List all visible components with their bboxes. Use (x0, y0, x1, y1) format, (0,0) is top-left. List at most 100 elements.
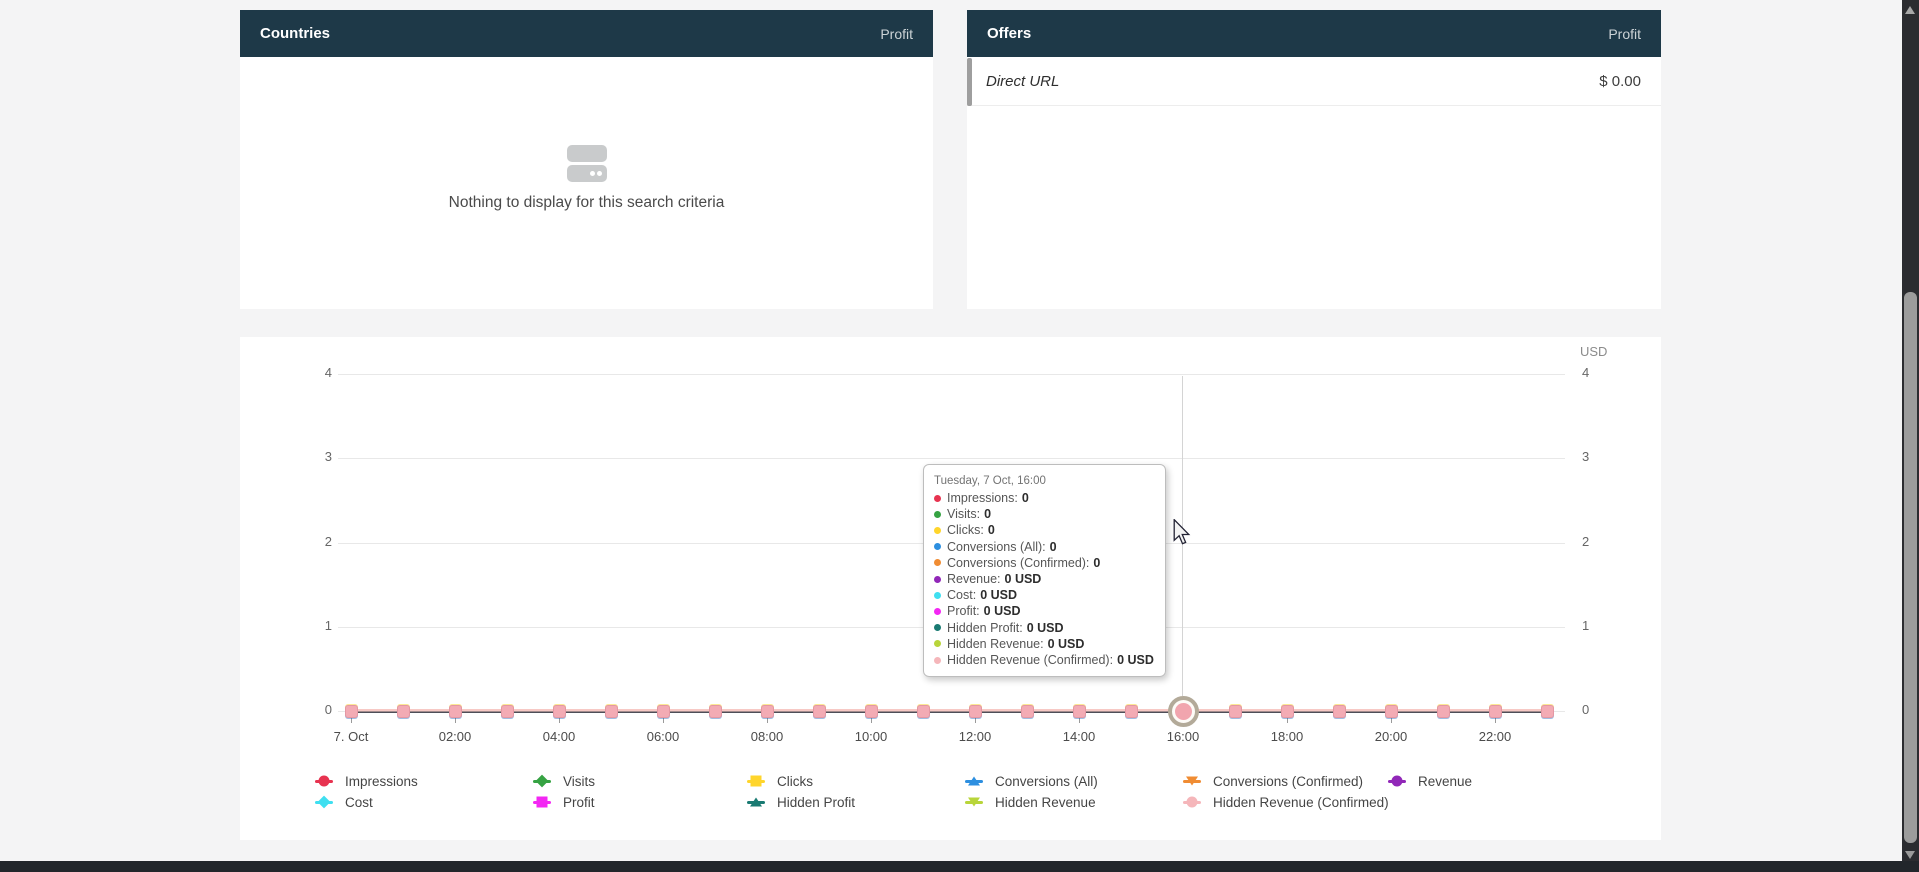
tooltip-item-revenue: Revenue:0 USD (934, 571, 1155, 587)
chart-unit-label: USD (1580, 344, 1607, 359)
legend-label: Conversions (All) (995, 774, 1098, 789)
tooltip-item-hidden-profit: Hidden Profit:0 USD (934, 620, 1155, 636)
x-axis-tick-label: 06:00 (647, 729, 680, 744)
data-point-marker[interactable] (1229, 705, 1242, 718)
data-point-marker[interactable] (1385, 705, 1398, 718)
page-scrollbar-thumb[interactable] (1904, 292, 1917, 843)
hidden-profit-series-marker-icon (747, 795, 765, 809)
legend-label: Conversions (Confirmed) (1213, 774, 1363, 789)
offers-panel-title: Offers (987, 25, 1031, 42)
countries-panel-header: Countries Profit (240, 10, 933, 57)
offers-panel: Offers Profit Direct URL $ 0.00 (967, 10, 1661, 309)
profit-series-marker-icon (533, 795, 551, 809)
countries-panel: Countries Profit Nothing to display for … (240, 10, 933, 309)
tooltip-item-conversions-all: Conversions (All):0 (934, 539, 1155, 555)
legend-item-hidden-revenue-confirmed[interactable]: Hidden Revenue (Confirmed) (1183, 794, 1389, 810)
x-axis-tick-label: 16:00 (1167, 729, 1200, 744)
y-axis-tick-label-left: 0 (302, 702, 332, 717)
legend-item-impressions[interactable]: Impressions (315, 773, 418, 789)
legend-label: Clicks (777, 774, 813, 789)
tooltip-item-cost: Cost:0 USD (934, 587, 1155, 603)
data-point-marker[interactable] (397, 705, 410, 718)
data-point-marker[interactable] (345, 705, 358, 718)
data-point-marker[interactable] (449, 705, 462, 718)
data-point-marker[interactable] (709, 705, 722, 718)
chart-panel: USD 00112233447. Oct02:0004:0006:0008:00… (240, 337, 1661, 840)
legend-item-hidden-profit[interactable]: Hidden Profit (747, 794, 855, 810)
data-point-marker[interactable] (813, 705, 826, 718)
y-axis-tick-label-right: 2 (1582, 534, 1589, 549)
chart-data-line (345, 709, 1548, 713)
legend-label: Cost (345, 795, 373, 810)
data-point-marker[interactable] (761, 705, 774, 718)
data-point-marker[interactable] (1125, 705, 1138, 718)
y-axis-tick-label-left: 3 (302, 449, 332, 464)
data-point-marker[interactable] (1333, 705, 1346, 718)
offers-profit-column-header[interactable]: Profit (1608, 26, 1641, 42)
revenue-series-marker-icon (1388, 774, 1406, 788)
countries-profit-column-header[interactable]: Profit (880, 26, 913, 42)
offers-list-scrollbar-thumb[interactable] (967, 58, 972, 106)
series-color-dot-icon (934, 527, 941, 534)
legend-label: Hidden Profit (777, 795, 855, 810)
y-axis-tick-label-right: 3 (1582, 449, 1589, 464)
x-axis-tick-label: 02:00 (439, 729, 472, 744)
offer-profit-value: $ 0.00 (1599, 73, 1641, 90)
offers-panel-header: Offers Profit (967, 10, 1661, 57)
offer-name[interactable]: Direct URL (986, 73, 1059, 90)
data-point-marker[interactable] (1437, 705, 1450, 718)
series-color-dot-icon (934, 640, 941, 647)
cost-series-marker-icon (315, 795, 333, 809)
series-color-dot-icon (934, 495, 941, 502)
scrollbar-down-arrow-icon[interactable] (1905, 851, 1915, 859)
series-color-dot-icon (934, 624, 941, 631)
x-axis-tick-label: 14:00 (1063, 729, 1096, 744)
page-scrollbar[interactable] (1902, 0, 1919, 872)
x-axis-tick-label: 08:00 (751, 729, 784, 744)
visits-series-marker-icon (533, 774, 551, 788)
highlighted-data-point[interactable] (1168, 696, 1199, 727)
legend-label: Impressions (345, 774, 418, 789)
legend-item-cost[interactable]: Cost (315, 794, 373, 810)
tooltip-item-hidden-revenue-confirmed: Hidden Revenue (Confirmed):0 USD (934, 652, 1155, 668)
data-point-marker[interactable] (605, 705, 618, 718)
series-color-dot-icon (934, 657, 941, 664)
legend-label: Profit (563, 795, 595, 810)
data-point-marker[interactable] (1281, 705, 1294, 718)
data-point-marker[interactable] (1021, 705, 1034, 718)
mouse-cursor (1173, 519, 1191, 545)
data-point-marker[interactable] (969, 705, 982, 718)
scrollbar-up-arrow-icon[interactable] (1905, 6, 1915, 14)
tooltip-item-hidden-revenue: Hidden Revenue:0 USD (934, 636, 1155, 652)
legend-item-conversions-confirmed[interactable]: Conversions (Confirmed) (1183, 773, 1363, 789)
data-point-marker[interactable] (1489, 705, 1502, 718)
data-point-marker[interactable] (865, 705, 878, 718)
data-point-marker[interactable] (1073, 705, 1086, 718)
series-color-dot-icon (934, 543, 941, 550)
chart-tooltip-title: Tuesday, 7 Oct, 16:00 (934, 474, 1155, 488)
data-point-marker[interactable] (917, 705, 930, 718)
x-axis-tick-label: 10:00 (855, 729, 888, 744)
legend-item-conversions-all[interactable]: Conversions (All) (965, 773, 1098, 789)
tooltip-item-impressions: Impressions:0 (934, 490, 1155, 506)
countries-panel-body: Nothing to display for this search crite… (240, 57, 933, 309)
legend-label: Hidden Revenue (995, 795, 1096, 810)
series-color-dot-icon (934, 576, 941, 583)
legend-item-profit[interactable]: Profit (533, 794, 595, 810)
legend-item-hidden-revenue[interactable]: Hidden Revenue (965, 794, 1096, 810)
offer-row-direct-url[interactable]: Direct URL $ 0.00 (967, 57, 1661, 106)
legend-item-revenue[interactable]: Revenue (1388, 773, 1472, 789)
empty-data-icon (567, 145, 607, 182)
legend-item-clicks[interactable]: Clicks (747, 773, 813, 789)
conversions-confirmed-series-marker-icon (1183, 774, 1201, 788)
y-axis-tick-label-right: 1 (1582, 618, 1589, 633)
legend-item-visits[interactable]: Visits (533, 773, 595, 789)
chart-gridline (338, 458, 1565, 459)
series-color-dot-icon (934, 592, 941, 599)
data-point-marker[interactable] (553, 705, 566, 718)
data-point-marker[interactable] (1541, 705, 1554, 718)
data-point-marker[interactable] (501, 705, 514, 718)
y-axis-tick-label-right: 4 (1582, 365, 1589, 380)
data-point-marker[interactable] (657, 705, 670, 718)
offers-panel-body: Direct URL $ 0.00 (967, 57, 1661, 309)
